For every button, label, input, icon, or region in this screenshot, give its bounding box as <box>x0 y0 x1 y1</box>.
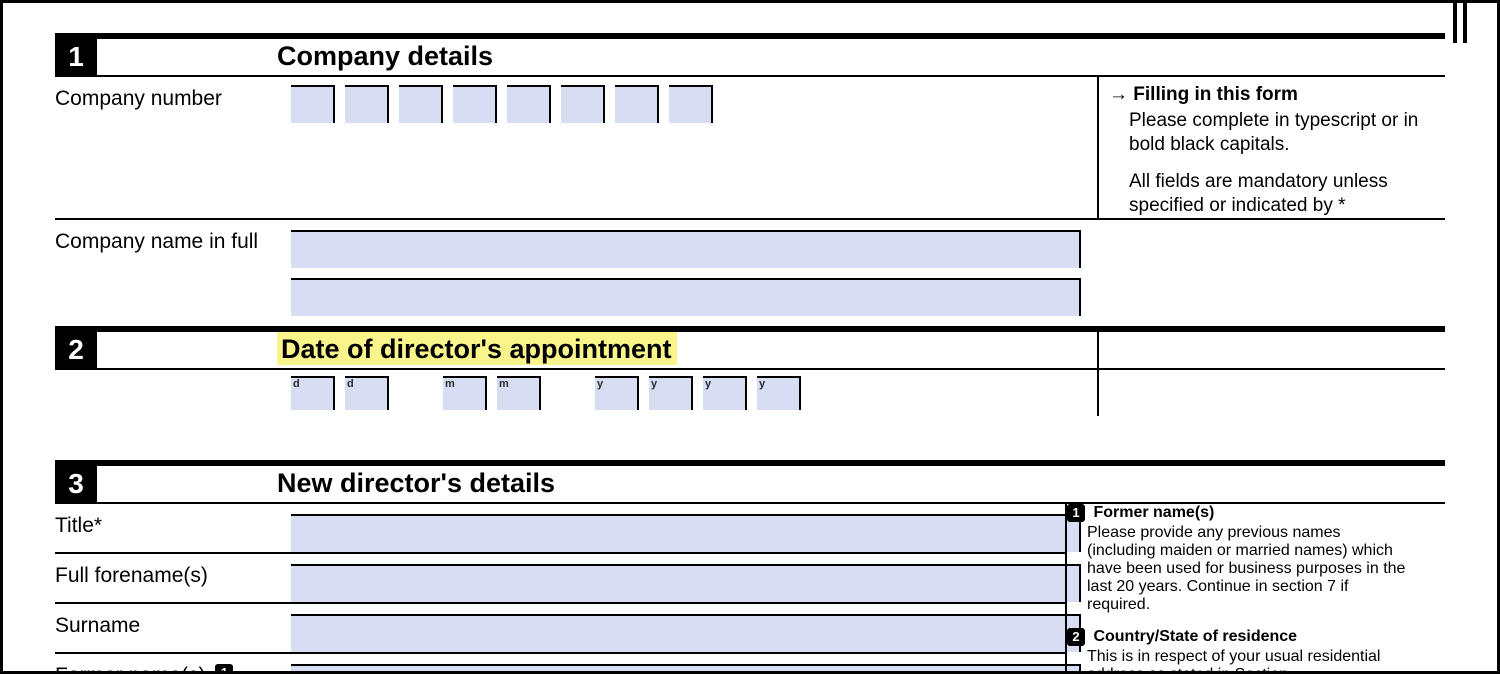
date-box-month[interactable]: m <box>497 376 541 410</box>
footnote-ref-icon: 1 <box>215 664 233 674</box>
form-page: 1 Company details Company number → <box>0 0 1500 674</box>
aside-note-1: 1 Former name(s) Please provide any prev… <box>1067 504 1411 614</box>
aside-paragraph: Please complete in typescript or in bold… <box>1109 109 1427 157</box>
section-title: New director's details <box>277 466 555 499</box>
section-3-body: Title* Full forename(s) Surname Former n… <box>55 502 1445 674</box>
label-company-number: Company number <box>55 77 275 123</box>
date-hint: y <box>651 378 657 390</box>
char-box[interactable] <box>291 85 335 123</box>
date-box-year[interactable]: y <box>703 376 747 410</box>
row-company-number: Company number → Filling in this form Pl… <box>55 75 1445 218</box>
text-input-line[interactable] <box>291 278 1081 316</box>
label-forenames: Full forename(s) <box>55 554 275 602</box>
date-boxes: d d m m y y y y <box>291 376 1081 410</box>
date-box-year[interactable]: y <box>649 376 693 410</box>
date-hint: d <box>293 378 300 390</box>
text-input-line[interactable] <box>291 614 1081 652</box>
text-input-line[interactable] <box>291 230 1081 268</box>
date-hint: y <box>597 378 603 390</box>
aside-section-3: 1 Former name(s) Please provide any prev… <box>1065 504 1411 674</box>
aside-paragraph: Please provide any previous names (inclu… <box>1067 524 1411 614</box>
char-box[interactable] <box>399 85 443 123</box>
company-number-boxes <box>291 85 1081 123</box>
field-appointment-date: d d m m y y y y <box>291 370 1081 454</box>
char-box[interactable] <box>561 85 605 123</box>
date-hint: y <box>705 378 711 390</box>
form-body: 1 Company details Company number → <box>55 33 1445 674</box>
char-box[interactable] <box>615 85 659 123</box>
field-company-number <box>291 77 1081 123</box>
aside-paragraph: This is in respect of your usual residen… <box>1067 648 1411 674</box>
scan-edge-mark <box>1463 3 1467 43</box>
aside-title: Country/State of residence <box>1093 628 1297 645</box>
date-hint: d <box>347 378 354 390</box>
text-input-line[interactable] <box>291 664 1081 674</box>
date-box-year[interactable]: y <box>595 376 639 410</box>
row-surname: Surname <box>55 602 1065 652</box>
aside-note-2: 2 Country/State of residence This is in … <box>1067 628 1411 674</box>
aside-title: Former name(s) <box>1093 504 1214 521</box>
aside-title: Filling in this form <box>1133 84 1298 105</box>
date-box-year[interactable]: y <box>757 376 801 410</box>
aside-empty <box>1097 332 1427 416</box>
row-forenames: Full forename(s) <box>55 552 1065 602</box>
label-surname: Surname <box>55 604 275 652</box>
section-number: 1 <box>55 39 97 75</box>
section-number: 3 <box>55 466 97 502</box>
section-1-header: 1 Company details <box>55 33 1445 75</box>
section-title-highlight: Date of director's appointment <box>277 332 677 365</box>
label-empty <box>55 370 275 454</box>
row-title: Title* <box>55 504 1065 552</box>
aside-filling-form: → Filling in this form Please complete i… <box>1097 77 1427 218</box>
footnote-bullet-icon: 2 <box>1067 628 1085 646</box>
char-box[interactable] <box>345 85 389 123</box>
row-company-name: Company name in full <box>55 218 1445 316</box>
row-appointment-date: d d m m y y y y <box>55 368 1445 454</box>
char-box[interactable] <box>507 85 551 123</box>
date-hint: m <box>499 378 509 390</box>
aside-paragraph: All fields are mandatory unless specifie… <box>1109 170 1427 218</box>
section-title: Company details <box>277 39 493 72</box>
date-box-month[interactable]: m <box>443 376 487 410</box>
row-former-names: Former name(s) 1 <box>55 652 1065 674</box>
arrow-icon: → <box>1109 84 1128 105</box>
date-hint: y <box>759 378 765 390</box>
label-text: Former name(s) <box>55 664 206 674</box>
field-company-name <box>291 220 1081 316</box>
scan-edge-mark <box>1453 3 1457 43</box>
date-hint: m <box>445 378 455 390</box>
footnote-bullet-icon: 1 <box>1067 504 1085 522</box>
label-title: Title* <box>55 504 275 552</box>
char-box[interactable] <box>669 85 713 123</box>
date-box-day[interactable]: d <box>291 376 335 410</box>
text-input-line[interactable] <box>291 564 1081 602</box>
date-box-day[interactable]: d <box>345 376 389 410</box>
label-company-name: Company name in full <box>55 220 275 316</box>
label-former-names: Former name(s) 1 <box>55 654 275 674</box>
section-number: 2 <box>55 332 97 368</box>
char-box[interactable] <box>453 85 497 123</box>
text-input-line[interactable] <box>291 514 1081 552</box>
section-3-header: 3 New director's details <box>55 460 1445 502</box>
